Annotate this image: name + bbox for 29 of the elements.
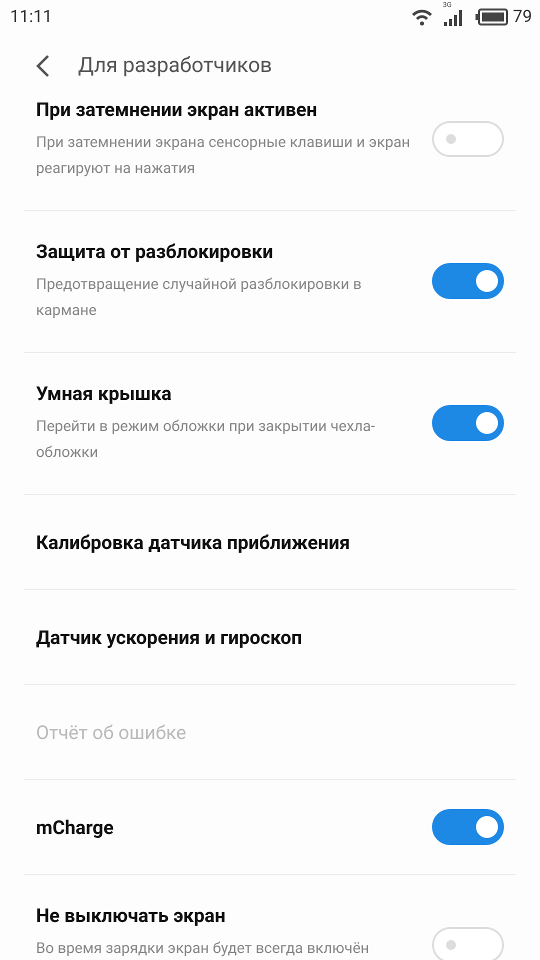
setting-title: При затемнении экран активен	[36, 97, 318, 123]
setting-title: Защита от разблокировки	[36, 239, 274, 265]
setting-description: Предотвращение случайной разблокировки в кармане	[36, 274, 363, 321]
setting-row[interactable]: Датчик ускорения и гироскоп	[24, 590, 516, 685]
setting-row[interactable]: Умная крышка Перейти в режим обложки при закрытии чехла-обложки	[24, 353, 516, 495]
setting-title: Не выключать экран	[36, 903, 226, 929]
setting-title: Умная крышка	[36, 381, 173, 407]
setting-title: Датчик ускорения и гироскоп	[36, 624, 303, 650]
page-title: Для разработчиков	[78, 54, 272, 78]
setting-title: mCharge	[36, 814, 115, 840]
setting-row[interactable]: При затемнении экран активен При затемнении экрана сенсорные клавиши и экран реагируют на нажатия	[24, 97, 516, 211]
battery-icon	[474, 8, 509, 26]
wifi-icon	[410, 8, 433, 26]
toggle-switch[interactable]	[432, 405, 504, 441]
setting-row[interactable]: Защита от разблокировки Предотвращение случайной разблокировки в кармане	[24, 211, 516, 353]
setting-row[interactable]: Не выключать экран Во время зарядки экран будет всегда включён	[24, 875, 516, 960]
setting-description: При затемнении экрана сенсорные клавиши и экран реагируют на нажатия	[36, 132, 412, 179]
setting-description: Перейти в режим обложки при закрытии чехла-обложки	[36, 416, 376, 463]
back-icon	[36, 54, 50, 78]
setting-title: Калибровка датчика приближения	[36, 530, 352, 556]
setting-title: Отчёт об ошибке	[36, 720, 188, 746]
status-time: 11:11	[10, 7, 52, 27]
setting-row[interactable]: Калибровка датчика приближения	[24, 495, 516, 590]
signal-icon	[442, 9, 465, 27]
setting-description: Во время зарядки экран будет всегда включён	[36, 938, 370, 959]
toggle-switch[interactable]	[432, 263, 504, 299]
toggle-switch[interactable]	[432, 809, 504, 845]
setting-row[interactable]: mCharge	[24, 780, 516, 875]
battery-level: 79	[512, 7, 532, 27]
